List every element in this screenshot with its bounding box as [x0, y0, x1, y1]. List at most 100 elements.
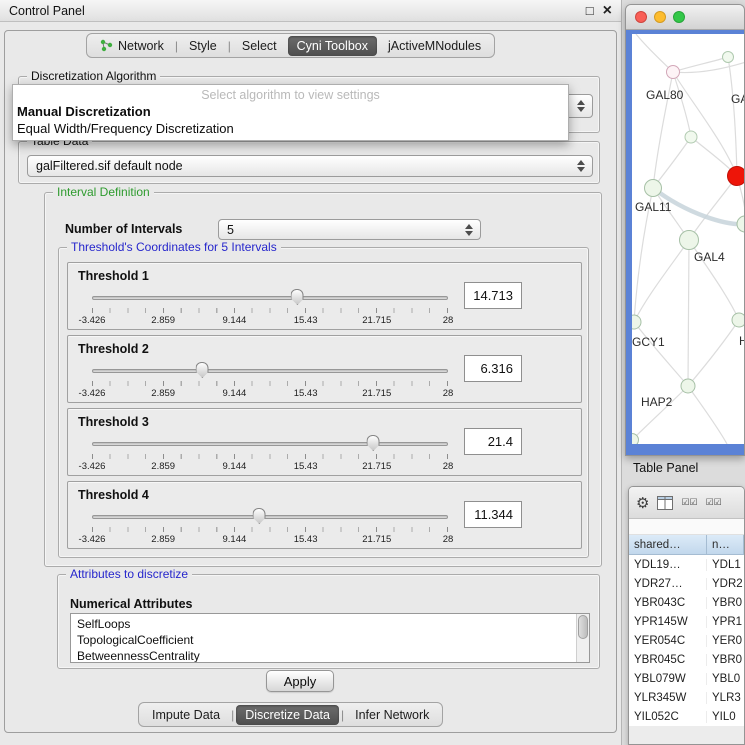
- tab-impute-data[interactable]: Impute Data: [143, 705, 229, 725]
- table-row[interactable]: YBL079W YBL0: [629, 669, 744, 688]
- gear-icon[interactable]: ⚙: [636, 494, 649, 512]
- tab-style[interactable]: Style: [180, 36, 226, 56]
- slider-track[interactable]: [92, 442, 448, 446]
- cell-shared-name: YBL079W: [629, 673, 707, 685]
- slider-thumb[interactable]: [253, 508, 266, 524]
- threshold-4-slider[interactable]: -3.426 2.859 9.144 15.43 21.715 28: [92, 507, 448, 547]
- list-item-topologicalcoefficient[interactable]: TopologicalCoefficient: [77, 632, 589, 648]
- threshold-coordinates-group-title: Threshold's Coordinates for 5 Intervals: [67, 240, 281, 254]
- scrollbar-thumb[interactable]: [578, 615, 588, 639]
- tab-cyni-toolbox[interactable]: Cyni Toolbox: [288, 36, 377, 56]
- network-node[interactable]: [632, 315, 641, 329]
- threshold-3-label: Threshold 3: [78, 415, 149, 429]
- tab-select[interactable]: Select: [233, 36, 286, 56]
- table-row[interactable]: YBR043C YBR0: [629, 593, 744, 612]
- slider-thumb[interactable]: [291, 289, 304, 305]
- slider-track[interactable]: [92, 515, 448, 519]
- dropdown-option-manual-discretization[interactable]: Manual Discretization: [13, 103, 568, 120]
- slider-thumb[interactable]: [367, 435, 380, 451]
- network-node[interactable]: [681, 379, 695, 393]
- minimize-traffic-light-icon[interactable]: [654, 11, 666, 23]
- list-item-selfloops[interactable]: SelfLoops: [77, 616, 589, 632]
- right-panel-area: GAL80 GA GAL11 GAL4 GCY1 H HAP2 Table Pa…: [622, 0, 745, 745]
- table-row[interactable]: YPR145W YPR1: [629, 612, 744, 631]
- numerical-attributes-list[interactable]: SelfLoops TopologicalCoefficient Between…: [70, 613, 590, 663]
- table-toolbar: ⚙ ☑☑ ☑☑: [629, 487, 744, 519]
- table-row[interactable]: YIL052C YIL0: [629, 707, 744, 726]
- threshold-4-label: Threshold 4: [78, 488, 149, 502]
- threshold-3-slider[interactable]: -3.426 2.859 9.144 15.43 21.715 28: [92, 434, 448, 474]
- select-column-checkboxes-icon[interactable]: ☑☑: [706, 497, 722, 508]
- network-window-titlebar[interactable]: [626, 5, 744, 30]
- column-selector-icon[interactable]: [657, 496, 673, 510]
- table-row[interactable]: YLR345W YLR3: [629, 688, 744, 707]
- node-label-gal80: GAL80: [646, 88, 684, 102]
- cell-shared-name: YBR045C: [629, 654, 707, 666]
- cell-name: YDR2: [707, 578, 744, 590]
- interval-definition-group: Interval Definition Number of Intervals …: [44, 192, 602, 567]
- network-node[interactable]: [723, 52, 734, 63]
- table-row[interactable]: YBR045C YBR0: [629, 650, 744, 669]
- column-header-shared-name[interactable]: shared…: [629, 535, 707, 555]
- select-all-checkboxes-icon[interactable]: ☑☑: [681, 497, 697, 508]
- apply-button[interactable]: Apply: [266, 670, 334, 692]
- network-canvas[interactable]: GAL80 GA GAL11 GAL4 GCY1 H HAP2: [632, 34, 745, 444]
- combobox-stepper-icon[interactable]: [465, 224, 475, 236]
- network-view-frame: GAL80 GA GAL11 GAL4 GCY1 H HAP2: [626, 30, 744, 455]
- tab-infer-network[interactable]: Infer Network: [346, 705, 438, 725]
- network-node[interactable]: [667, 66, 680, 79]
- network-view-window: GAL80 GA GAL11 GAL4 GCY1 H HAP2: [625, 4, 745, 456]
- cell-shared-name: YLR345W: [629, 692, 707, 704]
- threshold-4-value-field[interactable]: 11.344: [464, 501, 522, 528]
- table-data-combobox[interactable]: galFiltered.sif default node: [27, 155, 593, 177]
- table-row[interactable]: YER054C YER0: [629, 631, 744, 650]
- number-of-intervals-combobox[interactable]: 5: [218, 219, 481, 240]
- float-window-icon[interactable]: □: [586, 4, 594, 17]
- cell-shared-name: YDR27…: [629, 578, 707, 590]
- cell-shared-name: YPR145W: [629, 616, 707, 628]
- network-graph: GAL80 GA GAL11 GAL4 GCY1 H HAP2: [632, 34, 745, 444]
- network-nodes[interactable]: [632, 52, 745, 445]
- slider-track[interactable]: [92, 296, 448, 300]
- node-label-gal11: GAL11: [635, 200, 672, 214]
- table-toolbar-gap: [629, 519, 744, 535]
- interval-definition-group-title: Interval Definition: [53, 185, 154, 199]
- close-traffic-light-icon[interactable]: [635, 11, 647, 23]
- column-header-name[interactable]: n…: [707, 535, 744, 555]
- tab-discretize-data[interactable]: Discretize Data: [236, 705, 339, 725]
- network-node[interactable]: [680, 231, 699, 250]
- zoom-traffic-light-icon[interactable]: [673, 11, 685, 23]
- slider-thumb[interactable]: [196, 362, 209, 378]
- threshold-2-value-field[interactable]: 6.316: [464, 355, 522, 382]
- tab-network[interactable]: Network: [91, 36, 173, 56]
- cell-shared-name: YIL052C: [629, 711, 707, 723]
- combobox-stepper-icon[interactable]: [577, 160, 587, 172]
- discretization-algorithm-group-title: Discretization Algorithm: [27, 69, 160, 83]
- list-vertical-scrollbar[interactable]: [576, 614, 589, 662]
- network-node[interactable]: [645, 180, 662, 197]
- list-item-betweennesscentrality[interactable]: BetweennessCentrality: [77, 648, 589, 663]
- network-node[interactable]: [732, 313, 745, 327]
- network-node-selected[interactable]: [728, 167, 745, 186]
- table-data-group: Table Data galFiltered.sif default node: [18, 141, 600, 184]
- number-of-intervals-label: Number of Intervals: [65, 222, 182, 236]
- control-panel: Control Panel □ × Network | Style |: [0, 0, 622, 745]
- tab-jactivemnodules[interactable]: jActiveMNodules: [379, 36, 490, 56]
- threshold-3-value-field[interactable]: 21.4: [464, 428, 522, 455]
- table-row[interactable]: YDL19… YDL1: [629, 555, 744, 574]
- threshold-2-slider[interactable]: -3.426 2.859 9.144 15.43 21.715 28: [92, 361, 448, 401]
- tab-separator: |: [231, 708, 234, 722]
- tab-separator: |: [175, 39, 178, 53]
- numerical-attributes-heading: Numerical Attributes: [70, 597, 192, 611]
- dropdown-option-equal-width-frequency[interactable]: Equal Width/Frequency Discretization: [13, 120, 568, 137]
- table-panel-title: Table Panel: [633, 461, 698, 475]
- threshold-2-panel: Threshold 2 -3.426 2.859 9.144 15.43 21.…: [67, 335, 582, 403]
- network-node[interactable]: [737, 216, 745, 232]
- threshold-1-value-field[interactable]: 14.713: [464, 282, 522, 309]
- slider-track[interactable]: [92, 369, 448, 373]
- network-node[interactable]: [685, 131, 697, 143]
- close-icon[interactable]: ×: [603, 3, 612, 19]
- combobox-stepper-icon[interactable]: [577, 100, 587, 112]
- table-row[interactable]: YDR27… YDR2: [629, 574, 744, 593]
- threshold-1-slider[interactable]: -3.426 2.859 9.144 15.43 21.715 28: [92, 288, 448, 328]
